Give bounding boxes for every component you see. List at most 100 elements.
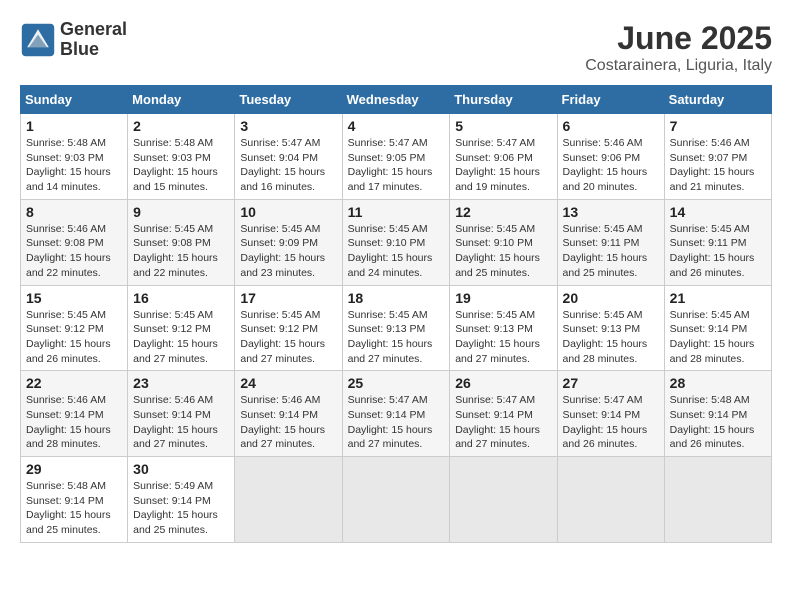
calendar-cell: 30 Sunrise: 5:49 AMSunset: 9:14 PMDayligh… [128, 457, 235, 543]
calendar-cell: 11 Sunrise: 5:45 AMSunset: 9:10 PMDayligh… [342, 199, 450, 285]
calendar-week-row: 8 Sunrise: 5:46 AMSunset: 9:08 PMDaylight… [21, 199, 772, 285]
cell-info: Sunrise: 5:47 AMSunset: 9:04 PMDaylight:… [240, 136, 336, 195]
calendar-cell: 9Sunrise: 5:45 AMSunset: 9:08 PMDaylight… [128, 199, 235, 285]
calendar-body: 1 Sunrise: 5:48 AMSunset: 9:03 PMDaylight… [21, 114, 772, 543]
calendar-cell [664, 457, 771, 543]
calendar-cell: 18 Sunrise: 5:45 AMSunset: 9:13 PMDayligh… [342, 285, 450, 371]
day-number: 30 [133, 461, 229, 477]
cell-info: Sunrise: 5:47 AMSunset: 9:14 PMDaylight:… [455, 393, 551, 452]
cell-info: Sunrise: 5:45 AMSunset: 9:12 PMDaylight:… [26, 308, 122, 367]
calendar-cell: 29 Sunrise: 5:48 AMSunset: 9:14 PMDayligh… [21, 457, 128, 543]
cell-info: Sunrise: 5:46 AMSunset: 9:07 PMDaylight:… [670, 136, 766, 195]
cell-info: Sunrise: 5:45 AMSunset: 9:13 PMDaylight:… [348, 308, 445, 367]
calendar-cell: 28 Sunrise: 5:48 AMSunset: 9:14 PMDayligh… [664, 371, 771, 457]
day-number: 10 [240, 204, 336, 220]
calendar-cell: 21Sunrise: 5:45 AMSunset: 9:14 PMDayligh… [664, 285, 771, 371]
calendar-title: June 2025 [585, 20, 772, 57]
calendar-cell: 19Sunrise: 5:45 AMSunset: 9:13 PMDayligh… [450, 285, 557, 371]
cell-info: Sunrise: 5:45 AMSunset: 9:10 PMDaylight:… [348, 222, 445, 281]
header-row: SundayMondayTuesdayWednesdayThursdayFrid… [21, 86, 772, 114]
cell-info: Sunrise: 5:46 AMSunset: 9:14 PMDaylight:… [240, 393, 336, 452]
cell-info: Sunrise: 5:45 AMSunset: 9:13 PMDaylight:… [563, 308, 659, 367]
day-number: 18 [348, 290, 445, 306]
cell-info: Sunrise: 5:47 AMSunset: 9:06 PMDaylight:… [455, 136, 551, 195]
day-number: 25 [348, 375, 445, 391]
calendar-cell: 27Sunrise: 5:47 AMSunset: 9:14 PMDayligh… [557, 371, 664, 457]
calendar-cell: 14 Sunrise: 5:45 AMSunset: 9:11 PMDayligh… [664, 199, 771, 285]
logo-icon [20, 22, 56, 58]
weekday-header: Wednesday [342, 86, 450, 114]
cell-info: Sunrise: 5:46 AMSunset: 9:14 PMDaylight:… [26, 393, 122, 452]
logo-text: General Blue [60, 20, 127, 60]
weekday-header: Monday [128, 86, 235, 114]
day-number: 28 [670, 375, 766, 391]
weekday-header: Friday [557, 86, 664, 114]
calendar-week-row: 15 Sunrise: 5:45 AMSunset: 9:12 PMDayligh… [21, 285, 772, 371]
calendar-cell: 22Sunrise: 5:46 AMSunset: 9:14 PMDayligh… [21, 371, 128, 457]
logo: General Blue [20, 20, 127, 60]
day-number: 26 [455, 375, 551, 391]
calendar-table: SundayMondayTuesdayWednesdayThursdayFrid… [20, 85, 772, 543]
calendar-cell [342, 457, 450, 543]
logo-line2: Blue [60, 40, 127, 60]
day-number: 23 [133, 375, 229, 391]
cell-info: Sunrise: 5:45 AMSunset: 9:11 PMDaylight:… [670, 222, 766, 281]
calendar-cell: 3 Sunrise: 5:47 AMSunset: 9:04 PMDaylight… [235, 114, 342, 200]
day-number: 14 [670, 204, 766, 220]
day-number: 16 [133, 290, 229, 306]
calendar-cell: 7Sunrise: 5:46 AMSunset: 9:07 PMDaylight… [664, 114, 771, 200]
calendar-subtitle: Costarainera, Liguria, Italy [585, 57, 772, 75]
cell-info: Sunrise: 5:45 AMSunset: 9:12 PMDaylight:… [240, 308, 336, 367]
calendar-week-row: 22Sunrise: 5:46 AMSunset: 9:14 PMDayligh… [21, 371, 772, 457]
cell-info: Sunrise: 5:48 AMSunset: 9:14 PMDaylight:… [670, 393, 766, 452]
calendar-cell: 26 Sunrise: 5:47 AMSunset: 9:14 PMDayligh… [450, 371, 557, 457]
day-number: 27 [563, 375, 659, 391]
header: General Blue June 2025 Costarainera, Lig… [20, 20, 772, 75]
calendar-cell: 2 Sunrise: 5:48 AMSunset: 9:03 PMDaylight… [128, 114, 235, 200]
cell-info: Sunrise: 5:45 AMSunset: 9:12 PMDaylight:… [133, 308, 229, 367]
weekday-header: Tuesday [235, 86, 342, 114]
calendar-header: SundayMondayTuesdayWednesdayThursdayFrid… [21, 86, 772, 114]
calendar-cell [450, 457, 557, 543]
cell-info: Sunrise: 5:45 AMSunset: 9:11 PMDaylight:… [563, 222, 659, 281]
cell-info: Sunrise: 5:46 AMSunset: 9:14 PMDaylight:… [133, 393, 229, 452]
day-number: 2 [133, 118, 229, 134]
calendar-cell: 10 Sunrise: 5:45 AMSunset: 9:09 PMDayligh… [235, 199, 342, 285]
day-number: 15 [26, 290, 122, 306]
cell-info: Sunrise: 5:45 AMSunset: 9:09 PMDaylight:… [240, 222, 336, 281]
calendar-cell: 1Sunrise: 5:48 AMSunset: 9:03 PMDaylight… [21, 114, 128, 200]
weekday-header: Thursday [450, 86, 557, 114]
calendar-cell: 12Sunrise: 5:45 AMSunset: 9:10 PMDayligh… [450, 199, 557, 285]
calendar-cell [235, 457, 342, 543]
day-number: 6 [563, 118, 659, 134]
calendar-cell: 4 Sunrise: 5:47 AMSunset: 9:05 PMDaylight… [342, 114, 450, 200]
day-number: 12 [455, 204, 551, 220]
day-number: 8 [26, 204, 122, 220]
calendar-cell: 6Sunrise: 5:46 AMSunset: 9:06 PMDaylight… [557, 114, 664, 200]
logo-line1: General [60, 20, 127, 40]
calendar-cell: 24 Sunrise: 5:46 AMSunset: 9:14 PMDayligh… [235, 371, 342, 457]
day-number: 17 [240, 290, 336, 306]
cell-info: Sunrise: 5:47 AMSunset: 9:05 PMDaylight:… [348, 136, 445, 195]
cell-info: Sunrise: 5:48 AMSunset: 9:03 PMDaylight:… [133, 136, 229, 195]
cell-info: Sunrise: 5:47 AMSunset: 9:14 PMDaylight:… [348, 393, 445, 452]
day-number: 29 [26, 461, 122, 477]
cell-info: Sunrise: 5:49 AMSunset: 9:14 PMDaylight:… [133, 479, 229, 538]
calendar-cell: 17 Sunrise: 5:45 AMSunset: 9:12 PMDayligh… [235, 285, 342, 371]
title-area: June 2025 Costarainera, Liguria, Italy [585, 20, 772, 75]
day-number: 5 [455, 118, 551, 134]
calendar-cell: 15 Sunrise: 5:45 AMSunset: 9:12 PMDayligh… [21, 285, 128, 371]
day-number: 24 [240, 375, 336, 391]
day-number: 4 [348, 118, 445, 134]
calendar-cell: 20Sunrise: 5:45 AMSunset: 9:13 PMDayligh… [557, 285, 664, 371]
day-number: 3 [240, 118, 336, 134]
day-number: 11 [348, 204, 445, 220]
cell-info: Sunrise: 5:46 AMSunset: 9:08 PMDaylight:… [26, 222, 122, 281]
day-number: 19 [455, 290, 551, 306]
day-number: 1 [26, 118, 122, 134]
calendar-cell: 13Sunrise: 5:45 AMSunset: 9:11 PMDayligh… [557, 199, 664, 285]
weekday-header: Saturday [664, 86, 771, 114]
cell-info: Sunrise: 5:45 AMSunset: 9:08 PMDaylight:… [133, 222, 229, 281]
cell-info: Sunrise: 5:48 AMSunset: 9:14 PMDaylight:… [26, 479, 122, 538]
calendar-cell: 25 Sunrise: 5:47 AMSunset: 9:14 PMDayligh… [342, 371, 450, 457]
